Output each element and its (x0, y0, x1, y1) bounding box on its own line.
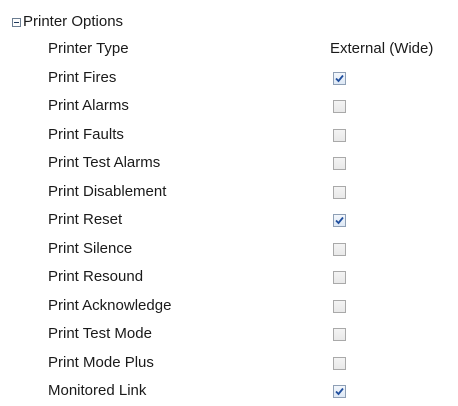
checkmark-icon (335, 387, 344, 396)
collapse-minus-icon[interactable] (12, 17, 21, 27)
property-row[interactable]: Print Test Mode (0, 320, 458, 349)
group-title: Printer Options (23, 13, 124, 30)
property-row[interactable]: Print Disablement (0, 178, 458, 207)
option-label: Print Fires (48, 68, 117, 86)
checkmark-icon (335, 74, 344, 82)
option-checkbox[interactable] (333, 157, 346, 170)
option-label: Print Alarms (48, 97, 129, 114)
option-label: Print Acknowledge (48, 296, 172, 314)
printer-options-group-header[interactable]: Printer Options (12, 9, 123, 35)
property-row[interactable]: Print Mode Plus (0, 349, 458, 378)
option-checkbox[interactable] (333, 299, 346, 313)
option-label: Print Faults (48, 125, 124, 143)
property-row[interactable]: Print Test Alarms (0, 149, 458, 178)
option-label: Monitored Link (48, 382, 147, 399)
option-checkbox[interactable] (333, 271, 346, 284)
option-label: Print Test Alarms (48, 154, 161, 171)
option-label: Print Disablement (48, 182, 167, 200)
option-label: Print Reset (48, 211, 123, 228)
property-rows: Printer Type External (Wide) Print Fires… (0, 35, 458, 406)
option-checkbox[interactable] (333, 100, 346, 113)
option-checkbox[interactable] (333, 242, 346, 256)
property-row[interactable]: Monitored Link (0, 377, 458, 406)
property-grid: Printer Options Printer Type External (W… (0, 0, 458, 406)
property-row[interactable]: Print Resound (0, 263, 458, 292)
option-checkbox[interactable] (333, 214, 346, 227)
property-row[interactable]: Print Reset (0, 206, 458, 235)
property-row[interactable]: Print Silence (0, 235, 458, 264)
option-checkbox[interactable] (333, 128, 346, 142)
checkmark-icon (335, 216, 344, 225)
option-checkbox[interactable] (333, 328, 346, 341)
property-row[interactable]: Print Fires (0, 64, 458, 93)
property-row[interactable]: Print Faults (0, 121, 458, 150)
option-checkbox[interactable] (333, 356, 346, 370)
option-checkbox[interactable] (333, 185, 346, 199)
property-row[interactable]: Print Alarms (0, 92, 458, 121)
option-label: Print Resound (48, 268, 144, 285)
option-checkbox[interactable] (333, 385, 346, 398)
option-label: Print Silence (48, 239, 133, 257)
option-label: Print Test Mode (48, 325, 152, 342)
property-row[interactable]: Print Acknowledge (0, 292, 458, 321)
printer-type-value[interactable]: External (Wide) (330, 35, 433, 64)
option-label: Print Mode Plus (48, 353, 154, 371)
property-row-printer-type[interactable]: Printer Type External (Wide) (0, 35, 458, 64)
printer-type-label: Printer Type (48, 40, 129, 57)
option-checkbox[interactable] (333, 71, 346, 85)
